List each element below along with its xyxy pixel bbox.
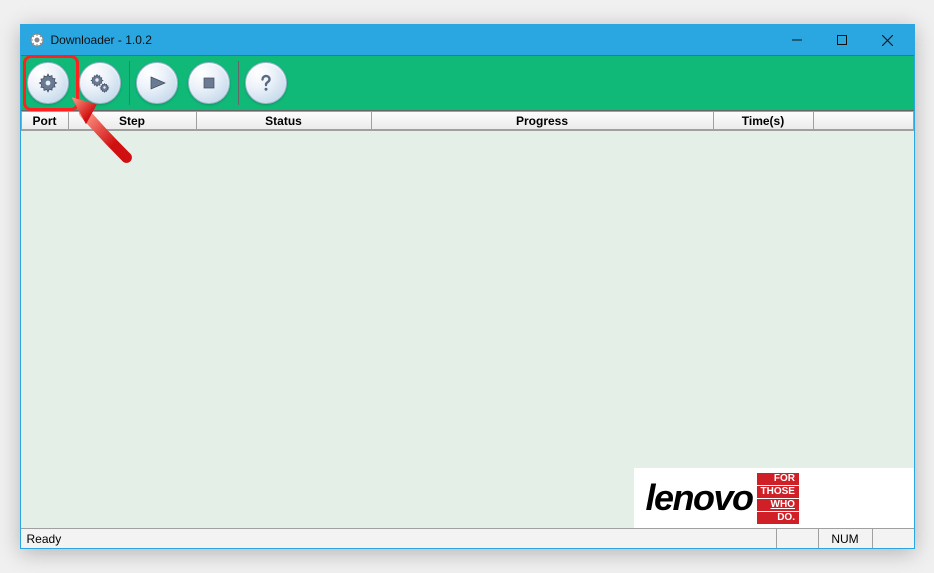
close-button[interactable] xyxy=(865,26,910,54)
table-header: Port Step Status Progress Time(s) xyxy=(21,111,914,131)
col-status[interactable]: Status xyxy=(197,111,372,130)
status-num: NUM xyxy=(818,529,872,548)
tag-line: DO. xyxy=(757,512,799,524)
col-step[interactable]: Step xyxy=(69,111,197,130)
play-icon xyxy=(145,71,169,95)
titlebar: Downloader - 1.0.2 xyxy=(21,25,914,55)
brand-logo-text: lenovo xyxy=(646,477,753,519)
toolbar xyxy=(21,55,914,111)
tag-line: THOSE xyxy=(757,486,799,498)
close-icon xyxy=(882,35,893,46)
status-cell-empty xyxy=(776,529,818,548)
col-tail[interactable] xyxy=(814,111,914,130)
status-ready: Ready xyxy=(21,532,776,546)
toolbar-separator xyxy=(238,61,239,105)
gears-icon xyxy=(88,71,112,95)
question-icon xyxy=(254,71,278,95)
col-port[interactable]: Port xyxy=(21,111,69,130)
settings-button[interactable] xyxy=(79,62,121,104)
app-icon xyxy=(29,32,45,48)
maximize-icon xyxy=(837,35,847,45)
stop-icon xyxy=(197,71,221,95)
maximize-button[interactable] xyxy=(820,26,865,54)
config-button[interactable] xyxy=(27,62,69,104)
col-progress[interactable]: Progress xyxy=(372,111,714,130)
app-window: Downloader - 1.0.2 xyxy=(20,24,915,549)
minimize-icon xyxy=(792,35,802,45)
start-button[interactable] xyxy=(136,62,178,104)
stop-button[interactable] xyxy=(188,62,230,104)
statusbar: Ready NUM xyxy=(21,528,914,548)
minimize-button[interactable] xyxy=(775,26,820,54)
brand-tagline: FOR THOSE WHO DO. xyxy=(757,473,799,524)
window-title: Downloader - 1.0.2 xyxy=(51,33,152,47)
table-body: lenovo FOR THOSE WHO DO. xyxy=(21,131,914,528)
col-time[interactable]: Time(s) xyxy=(714,111,814,130)
help-button[interactable] xyxy=(245,62,287,104)
tag-line: WHO xyxy=(757,499,799,511)
status-cell-empty xyxy=(872,529,914,548)
brand-badge: lenovo FOR THOSE WHO DO. xyxy=(634,468,914,528)
gear-icon xyxy=(36,71,60,95)
tag-line: FOR xyxy=(757,473,799,485)
toolbar-separator xyxy=(129,61,130,105)
